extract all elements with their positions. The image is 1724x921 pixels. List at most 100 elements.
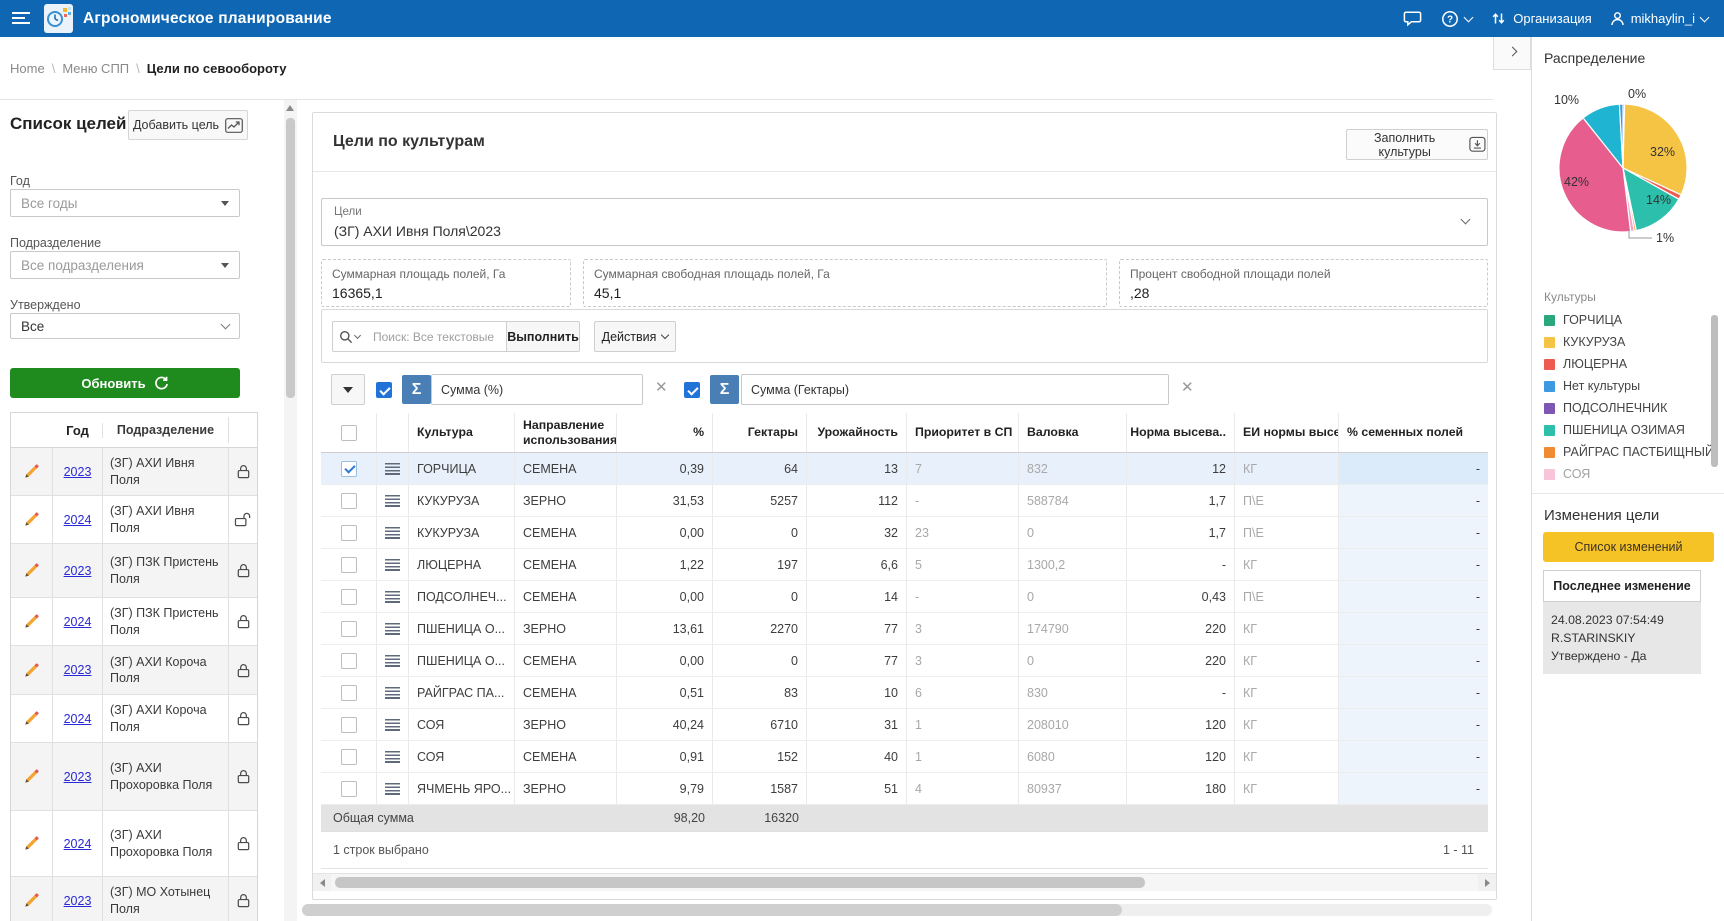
edit-pencil-icon[interactable] (23, 768, 40, 785)
goal-row[interactable]: 2023 (ЗГ) МО Хотынец Поля (11, 877, 257, 921)
row-menu-icon[interactable] (385, 559, 400, 571)
goal-row[interactable]: 2024 (ЗГ) АХИ Ивня Поля (11, 496, 257, 544)
page-scrollbar-thumb[interactable] (302, 904, 1122, 916)
column-yield[interactable]: Урожайность (807, 413, 907, 452)
column-gross[interactable]: Валовка (1019, 413, 1127, 452)
lock-cell[interactable] (229, 695, 257, 742)
help-menu[interactable]: ? (1441, 10, 1472, 28)
search-options-button[interactable] (332, 321, 366, 352)
goal-row[interactable]: 2023 (ЗГ) ПЗК Пристень Поля (11, 544, 257, 598)
year-filter-select[interactable]: Все годы (10, 189, 240, 217)
table-row[interactable]: СОЯ ЗЕРНО 40,24 6710 31 1 208010 120 КГ … (321, 709, 1488, 741)
row-menu-icon[interactable] (385, 495, 400, 507)
lock-cell[interactable] (229, 743, 257, 810)
edit-pencil-icon[interactable] (23, 835, 40, 852)
table-row[interactable]: СОЯ СЕМЕНА 0,91 152 40 1 6080 120 КГ - (321, 741, 1488, 773)
aggregate-percent-input[interactable] (431, 374, 643, 405)
year-link[interactable]: 2024 (64, 615, 92, 629)
legend-scrollbar-thumb[interactable] (1711, 315, 1718, 467)
breadcrumb-menu-spp[interactable]: Меню СПП (62, 61, 129, 76)
refresh-button[interactable]: Обновить (10, 368, 240, 398)
table-row[interactable]: КУКУРУЗА ЗЕРНО 31,53 5257 112 - 588784 1… (321, 485, 1488, 517)
scroll-up-arrow[interactable] (286, 105, 294, 111)
actions-button[interactable]: Действия (594, 321, 676, 352)
goal-row[interactable]: 2024 (ЗГ) ПЗК Пристень Поля (11, 598, 257, 646)
go-button[interactable]: Выполнить (506, 321, 580, 352)
breadcrumb-home[interactable]: Home (10, 61, 45, 76)
column-priority[interactable]: Приоритет в СП (907, 413, 1019, 452)
edit-pencil-icon[interactable] (23, 562, 40, 579)
edit-cell[interactable] (11, 877, 53, 921)
column-rate-unit[interactable]: ЕИ нормы высе (1235, 413, 1339, 452)
fill-cultures-button[interactable]: Заполнить культуры (1346, 129, 1488, 160)
column-seed-rate[interactable]: Норма высева.. (1127, 413, 1235, 452)
lock-cell[interactable] (229, 448, 257, 495)
edit-cell[interactable] (11, 743, 53, 810)
changes-list-button[interactable]: Список изменений (1543, 532, 1714, 562)
year-link[interactable]: 2023 (64, 663, 92, 677)
goal-row[interactable]: 2024 (ЗГ) АХИ Прохоровка Поля (11, 811, 257, 877)
goal-row[interactable]: 2023 (ЗГ) АХИ Короча Поля (11, 646, 257, 695)
edit-pencil-icon[interactable] (23, 511, 40, 528)
row-checkbox[interactable] (341, 621, 357, 637)
edit-cell[interactable] (11, 811, 53, 876)
scroll-right-arrow[interactable] (1478, 874, 1496, 891)
organization-menu[interactable]: Организация (1490, 10, 1591, 27)
row-menu-icon[interactable] (385, 751, 400, 763)
search-input[interactable] (365, 321, 507, 352)
vertical-scrollbar[interactable] (284, 100, 297, 921)
row-menu-icon[interactable] (385, 623, 400, 635)
collapse-panel-button[interactable] (1493, 37, 1531, 70)
lock-cell[interactable] (229, 811, 257, 876)
row-menu-icon[interactable] (385, 463, 400, 475)
row-menu-icon[interactable] (385, 687, 400, 699)
column-percent[interactable]: % (617, 413, 713, 452)
table-row[interactable]: ПОДСОЛНЕЧ... СЕМЕНА 0,00 0 14 - 0 0,43 П… (321, 581, 1488, 613)
row-checkbox[interactable] (341, 557, 357, 573)
unit-filter-select[interactable]: Все подразделения (10, 251, 240, 279)
aggregate-hectares-checkbox[interactable] (684, 382, 700, 398)
row-checkbox[interactable] (341, 685, 357, 701)
horizontal-scrollbar-thumb[interactable] (335, 877, 1145, 888)
row-menu-icon[interactable] (385, 719, 400, 731)
remove-aggregate-icon[interactable]: ✕ (655, 380, 668, 395)
table-row[interactable]: ЛЮЦЕРНА СЕМЕНА 1,22 197 6,6 5 1300,2 - К… (321, 549, 1488, 581)
year-link[interactable]: 2023 (64, 465, 92, 479)
table-row[interactable]: ЯЧМЕНЬ ЯРО... ЗЕРНО 9,79 1587 51 4 80937… (321, 773, 1488, 805)
table-row[interactable]: КУКУРУЗА СЕМЕНА 0,00 0 32 23 0 1,7 П\Е - (321, 517, 1488, 549)
goal-row[interactable]: 2023 (ЗГ) АХИ Прохоровка Поля (11, 743, 257, 811)
year-link[interactable]: 2023 (64, 770, 92, 784)
column-culture[interactable]: Культура (409, 413, 515, 452)
aggregate-hectares-input[interactable] (741, 374, 1169, 405)
column-usage[interactable]: Направление использования (515, 413, 617, 452)
chat-button[interactable] (1403, 10, 1423, 27)
edit-pencil-icon[interactable] (23, 710, 40, 727)
aggregate-percent-checkbox[interactable] (376, 382, 392, 398)
vertical-scrollbar-thumb[interactable] (286, 118, 295, 398)
aggregates-menu-button[interactable] (331, 374, 365, 405)
row-checkbox[interactable] (341, 525, 357, 541)
row-checkbox[interactable] (341, 749, 357, 765)
row-menu-icon[interactable] (385, 591, 400, 603)
row-menu-icon[interactable] (385, 527, 400, 539)
year-link[interactable]: 2023 (64, 564, 92, 578)
goal-row[interactable]: 2024 (ЗГ) АХИ Короча Поля (11, 695, 257, 743)
edit-cell[interactable] (11, 646, 53, 694)
lock-cell[interactable] (229, 598, 257, 645)
year-link[interactable]: 2024 (64, 513, 92, 527)
page-horizontal-scrollbar[interactable] (302, 904, 1492, 916)
lock-cell[interactable] (229, 544, 257, 597)
edit-pencil-icon[interactable] (23, 662, 40, 679)
edit-pencil-icon[interactable] (23, 613, 40, 630)
edit-cell[interactable] (11, 598, 53, 645)
goal-row[interactable]: 2023 (ЗГ) АХИ Ивня Поля (11, 448, 257, 496)
row-checkbox[interactable] (341, 461, 357, 477)
row-checkbox[interactable] (341, 493, 357, 509)
lock-cell[interactable] (229, 646, 257, 694)
column-seed-fields-pct[interactable]: % семенных полей (1339, 413, 1488, 452)
approved-filter-select[interactable]: Все (10, 313, 240, 339)
year-link[interactable]: 2023 (64, 894, 92, 908)
row-checkbox[interactable] (341, 781, 357, 797)
scroll-left-arrow[interactable] (313, 874, 331, 891)
horizontal-scrollbar[interactable] (313, 873, 1496, 891)
